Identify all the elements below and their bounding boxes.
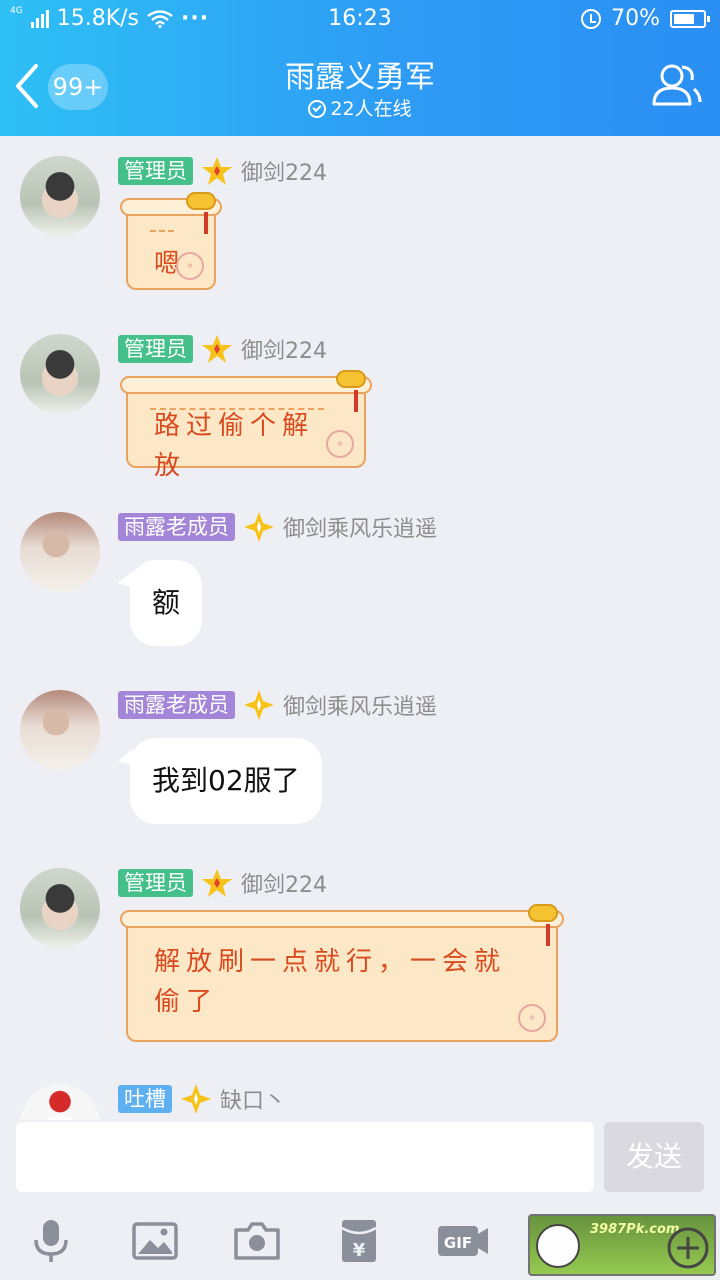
scroll-roll (120, 376, 372, 394)
avatar[interactable] (20, 334, 100, 414)
role-tag: 雨露老成员 (118, 691, 235, 719)
scroll-knot-icon (336, 370, 366, 388)
online-check-icon (308, 100, 327, 118)
avatar[interactable] (20, 690, 100, 770)
scroll-dash (150, 230, 174, 232)
sender-name[interactable]: 御剑乘风乐逍遥 (283, 689, 437, 721)
role-tag: 管理员 (118, 335, 193, 363)
avatar[interactable] (20, 512, 100, 592)
alarm-icon (581, 8, 602, 29)
online-count: 22人在线 (0, 94, 720, 121)
message-list[interactable]: 管理员 御剑224 嗯 ⚬ 管理员 御剑224 路过偷个解放 ⚬ 雨露老成员 御… (0, 136, 720, 1120)
sender-name[interactable]: 御剑乘风乐逍遥 (283, 511, 437, 543)
star-badge-icon (202, 157, 232, 185)
send-button[interactable]: 发送 (604, 1122, 704, 1192)
star-badge-icon (202, 335, 232, 363)
group-title[interactable]: 雨露义勇军 (0, 52, 720, 96)
message-text: 我到02服了 (152, 764, 300, 797)
seal-icon: ⚬ (326, 430, 354, 458)
sender-name[interactable]: 缺口丶 (220, 1083, 286, 1115)
seal-icon: ⚬ (176, 252, 204, 280)
site-watermark: 3987Pk.com (528, 1214, 716, 1276)
sparkle-badge-icon (244, 512, 274, 542)
sparkle-badge-icon (244, 690, 274, 720)
battery-icon (670, 9, 710, 28)
role-tag: 吐槽 (118, 1085, 172, 1113)
plus-icon[interactable] (666, 1226, 710, 1270)
avatar[interactable] (20, 156, 100, 236)
sender-name[interactable]: 御剑224 (241, 867, 327, 899)
status-bar: 4G 15.8K/s ··· 16:23 70% (0, 0, 720, 40)
role-tag: 雨露老成员 (118, 513, 235, 541)
scroll-tassel-icon (204, 212, 208, 234)
svg-text:¥: ¥ (353, 1240, 366, 1261)
message-bubble[interactable]: 我到02服了 (130, 738, 322, 824)
message-bubble[interactable]: 解放刷一点就行，一会就偷了 ⚬ (120, 904, 564, 1042)
sender-name[interactable]: 御剑224 (241, 333, 327, 365)
scroll-roll (120, 910, 564, 928)
message-bubble[interactable]: 嗯 ⚬ (120, 192, 222, 290)
message-bubble[interactable]: 路过偷个解放 ⚬ (120, 370, 372, 481)
message-input[interactable] (16, 1122, 594, 1192)
image-icon[interactable] (130, 1216, 180, 1266)
message-text: 解放刷一点就行，一会就偷了 (154, 947, 507, 1017)
input-bar: 发送 (0, 1120, 720, 1202)
group-members-icon[interactable] (650, 60, 702, 108)
avatar[interactable] (20, 1084, 100, 1120)
gif-icon[interactable]: GIF (436, 1216, 490, 1266)
camera-icon[interactable] (232, 1216, 282, 1266)
sender-name[interactable]: 御剑224 (241, 155, 327, 187)
online-count-label: 22人在线 (330, 98, 412, 120)
scroll-knot-icon (528, 904, 558, 922)
microphone-icon[interactable] (26, 1216, 76, 1266)
seal-icon: ⚬ (518, 1004, 546, 1032)
scroll-knot-icon (186, 192, 216, 210)
message-text: 路过偷个解放 (154, 411, 315, 481)
battery-percent: 70% (611, 6, 660, 31)
svg-text:GIF: GIF (444, 1234, 472, 1252)
watermark-face-icon (536, 1224, 580, 1268)
message-text: 额 (152, 586, 181, 619)
star-badge-icon (202, 869, 232, 897)
red-packet-icon[interactable]: ¥ (334, 1216, 384, 1266)
role-tag: 管理员 (118, 157, 193, 185)
role-tag: 管理员 (118, 869, 193, 897)
avatar[interactable] (20, 868, 100, 948)
chat-header: 4G 15.8K/s ··· 16:23 70% 99+ 雨露义勇军 22人在线 (0, 0, 720, 136)
scroll-tassel-icon (546, 924, 550, 946)
message-bubble[interactable]: 额 (130, 560, 203, 646)
sparkle-badge-icon (181, 1084, 211, 1114)
scroll-tassel-icon (354, 390, 358, 412)
